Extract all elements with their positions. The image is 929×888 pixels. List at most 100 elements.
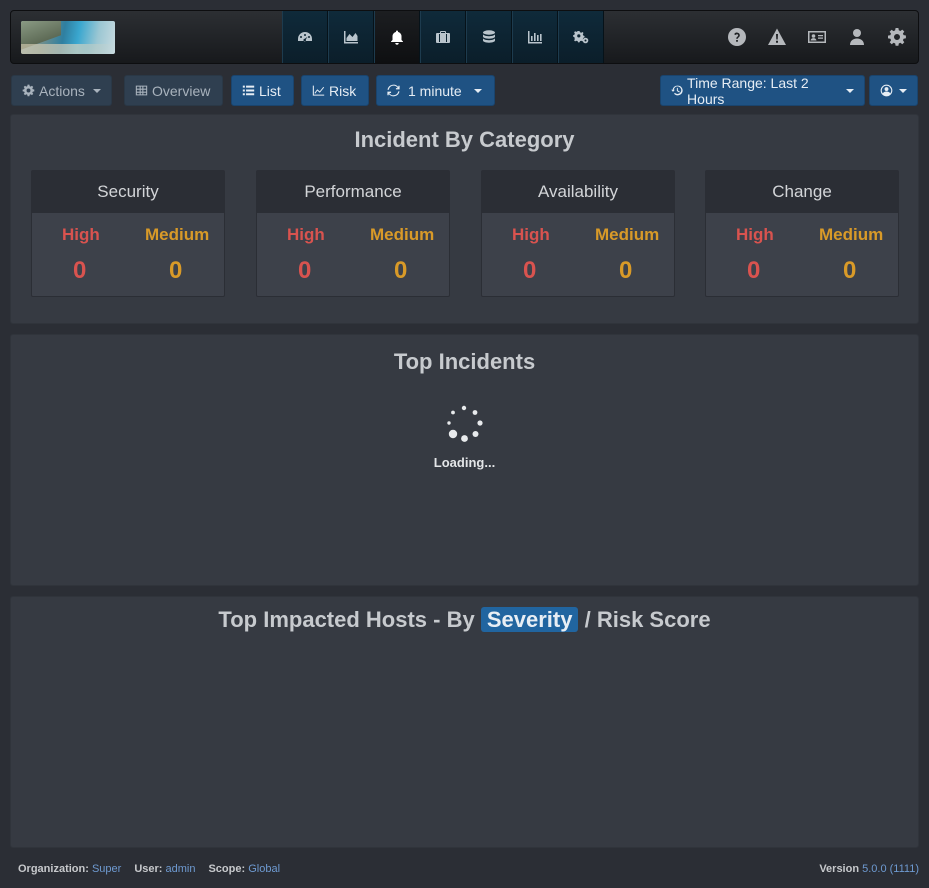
refresh-interval-dropdown[interactable]: 1 minute — [376, 75, 495, 106]
alerts-button[interactable] — [766, 23, 788, 51]
panel-title: Top Incidents — [393, 349, 536, 374]
category-name: Availability — [482, 171, 674, 213]
scope-label: Scope: — [208, 863, 246, 875]
high-label: High — [512, 225, 550, 244]
risk-label: Risk — [329, 82, 357, 99]
user-menu-dropdown[interactable] — [869, 75, 918, 106]
gear-icon — [888, 28, 906, 46]
org-value[interactable]: Super — [92, 863, 121, 875]
high-count[interactable]: 0 — [298, 257, 311, 285]
category-card-availability[interactable]: Availability High Medium 0 0 — [481, 170, 675, 297]
top-impacted-hosts-panel: Top Impacted Hosts - By Severity / Risk … — [10, 596, 919, 848]
actions-label: Actions — [39, 82, 85, 99]
title-separator: / — [584, 607, 591, 632]
medium-count[interactable]: 0 — [619, 257, 632, 285]
category-card-security[interactable]: Security High Medium 0 0 — [31, 170, 225, 297]
time-range-label: Time Range: Last 2 Hours — [687, 74, 809, 107]
high-count[interactable]: 0 — [73, 257, 86, 285]
bar-chart-icon — [528, 31, 542, 44]
nav-cases[interactable] — [420, 11, 466, 63]
incident-by-category-panel: Incident By Category Security High Mediu… — [10, 114, 919, 324]
chevron-down-icon — [92, 88, 101, 93]
nav-dashboard[interactable] — [282, 11, 328, 63]
list-label: List — [259, 82, 281, 99]
scope-info: Scope: Global — [208, 863, 280, 875]
nav-incidents[interactable] — [374, 11, 420, 63]
help-icon — [728, 28, 746, 46]
nav-admin[interactable] — [558, 11, 604, 63]
medium-label: Medium — [819, 225, 884, 244]
list-button[interactable]: List — [231, 75, 294, 106]
loading-spinner-icon — [447, 405, 483, 442]
history-icon — [671, 85, 683, 96]
analytics-chart-icon — [344, 31, 358, 44]
scope-value[interactable]: Global — [248, 863, 280, 875]
overview-button[interactable]: Overview — [124, 75, 223, 106]
version-label: Version — [819, 863, 860, 875]
high-count[interactable]: 0 — [747, 257, 760, 285]
user-label: User: — [134, 863, 163, 875]
gears-icon — [573, 31, 589, 44]
medium-count[interactable]: 0 — [169, 257, 182, 285]
session-info: Organization: Super User: admin Scope: G… — [18, 863, 280, 875]
risk-score-toggle[interactable]: Risk Score — [597, 607, 711, 632]
main-nav-icons — [282, 11, 604, 63]
table-icon — [135, 85, 148, 96]
list-icon — [242, 85, 255, 96]
nav-cmdb[interactable] — [466, 11, 512, 63]
category-name: Security — [32, 171, 224, 213]
id-card-icon — [808, 31, 826, 43]
user-icon — [850, 29, 864, 45]
version-info: Version 5.0.0 (1111) — [819, 863, 919, 875]
refresh-interval-label: 1 minute — [408, 82, 462, 99]
settings-button[interactable] — [886, 23, 908, 51]
refresh-icon — [387, 84, 400, 97]
org-label: Organization: — [18, 863, 89, 875]
utility-icons — [726, 23, 908, 51]
top-incidents-panel: Top Incidents Loading... — [10, 334, 919, 586]
briefcase-icon — [436, 31, 450, 43]
high-label: High — [736, 225, 774, 244]
landscape-logo[interactable] — [21, 21, 115, 54]
dashboard-icon — [298, 32, 312, 42]
risk-button[interactable]: Risk — [301, 75, 369, 106]
organization-info: Organization: Super — [18, 863, 121, 875]
help-button[interactable] — [726, 23, 748, 51]
actions-dropdown[interactable]: Actions — [11, 75, 112, 106]
user-value[interactable]: admin — [166, 863, 196, 875]
logo-shore-graphic — [21, 44, 115, 54]
user-circle-icon — [880, 84, 893, 97]
category-card-performance[interactable]: Performance High Medium 0 0 — [256, 170, 450, 297]
medium-count[interactable]: 0 — [394, 257, 407, 285]
title-prefix: Top Impacted Hosts - By — [218, 607, 475, 632]
database-icon — [483, 30, 495, 43]
high-label: High — [62, 225, 100, 244]
high-label: High — [287, 225, 325, 244]
medium-label: Medium — [370, 225, 435, 244]
warning-icon — [768, 28, 786, 45]
time-range-dropdown[interactable]: Time Range: Last 2 Hours — [660, 74, 865, 107]
chevron-down-icon — [473, 88, 482, 93]
medium-label: Medium — [595, 225, 660, 244]
user-info: User: admin — [134, 863, 195, 875]
contact-button[interactable] — [806, 23, 828, 51]
chevron-down-icon — [846, 88, 854, 93]
loading-text: Loading... — [433, 455, 496, 470]
nav-analytics[interactable] — [328, 11, 374, 63]
category-cards: Security High Medium 0 0 Performance Hig… — [31, 170, 899, 297]
category-card-change[interactable]: Change High Medium 0 0 — [705, 170, 899, 297]
panel-title: Incident By Category — [354, 127, 575, 152]
category-name: Change — [706, 171, 898, 213]
nav-reports[interactable] — [512, 11, 558, 63]
version-value[interactable]: 5.0.0 (1111) — [862, 863, 919, 875]
user-button[interactable] — [846, 23, 868, 51]
gear-icon — [22, 84, 35, 97]
top-nav-bar — [10, 10, 919, 64]
medium-count[interactable]: 0 — [843, 257, 856, 285]
toolbar: Actions Overview List Risk 1 minute Time… — [10, 74, 919, 107]
panel-title: Top Impacted Hosts - By Severity / Risk … — [11, 607, 918, 633]
high-count[interactable]: 0 — [523, 257, 536, 285]
line-chart-icon — [312, 85, 325, 96]
severity-toggle[interactable]: Severity — [480, 607, 579, 632]
overview-label: Overview — [152, 82, 211, 99]
